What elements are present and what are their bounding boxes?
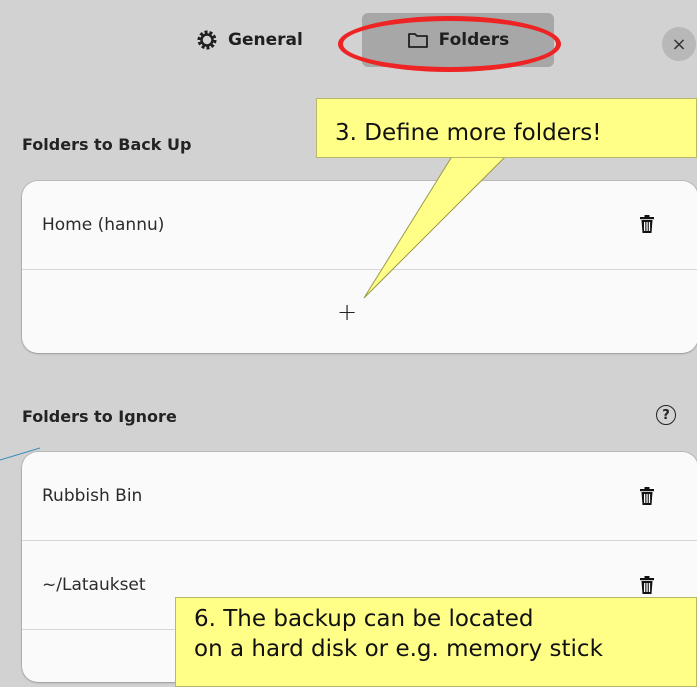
tab-general[interactable]: General: [196, 13, 303, 67]
gear-icon: [197, 30, 217, 50]
note6-line2: on a hard disk or e.g. memory stick: [194, 636, 603, 662]
folder-icon: [407, 33, 428, 48]
tab-folders[interactable]: Folders: [362, 13, 554, 67]
trash-icon[interactable]: [640, 487, 654, 505]
list-item: Rubbish Bin: [22, 452, 697, 540]
close-icon: ×: [671, 33, 687, 55]
ignore-section-title: Folders to Ignore: [22, 407, 177, 426]
add-icon: +: [336, 297, 358, 326]
tab-folders-label: Folders: [438, 30, 510, 50]
add-folder-button[interactable]: +: [22, 270, 697, 353]
trash-icon[interactable]: [640, 576, 654, 594]
ignore-folder-label: Rubbish Bin: [42, 486, 143, 506]
callout-note-6: 6. The backup can be located on a hard d…: [175, 597, 697, 687]
list-item: Home (hannu): [22, 181, 697, 269]
callout-note-3: 3. Define more folders!: [316, 98, 697, 158]
note6-line1: 6. The backup can be located: [194, 606, 534, 632]
trash-icon[interactable]: [640, 215, 654, 233]
backup-folder-label: Home (hannu): [42, 215, 165, 235]
help-label: ?: [662, 407, 670, 423]
ignore-folder-label: ~/Latauk­set: [42, 575, 146, 595]
close-button[interactable]: ×: [662, 27, 696, 61]
backup-folders-list: Home (hannu) +: [22, 181, 697, 353]
tab-general-label: General: [228, 30, 303, 50]
backup-section-title: Folders to Back Up: [22, 135, 192, 154]
help-icon[interactable]: ?: [656, 405, 676, 425]
note3-text: 3. Define more folders!: [335, 120, 602, 146]
